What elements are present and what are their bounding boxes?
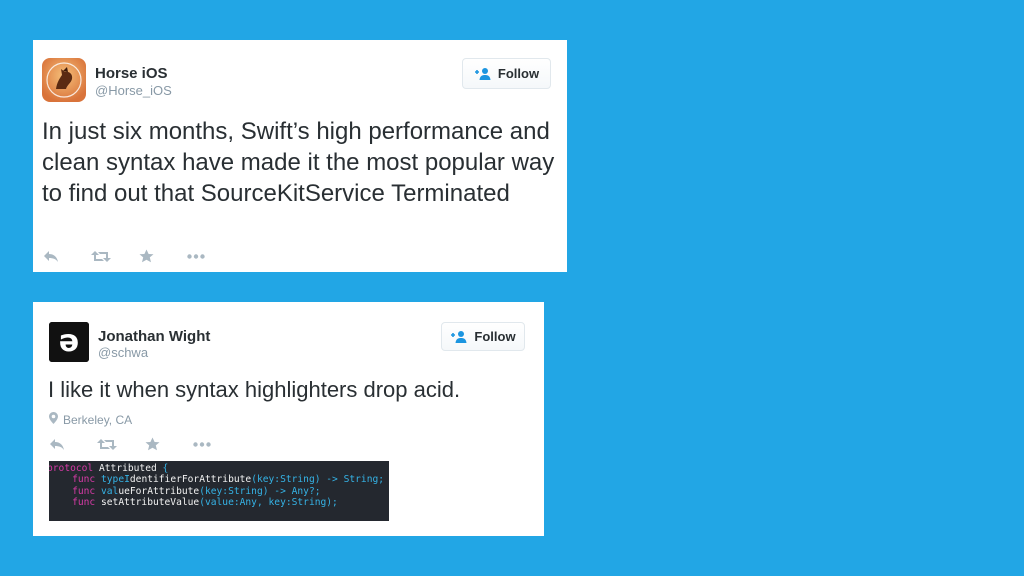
tweet-actions: [43, 247, 235, 265]
retweet-icon[interactable]: [97, 435, 145, 453]
code-line-1: protocol Attributed {: [49, 463, 169, 474]
follow-button[interactable]: Follow: [441, 322, 525, 351]
location-label: Berkeley, CA: [63, 412, 133, 427]
horse-avatar[interactable]: [42, 58, 86, 102]
avatar-glyph: ə: [59, 324, 79, 359]
tweet-text: In just six months, Swift’s high perform…: [42, 118, 555, 207]
retweet-icon[interactable]: [91, 247, 139, 265]
favorite-star-icon[interactable]: [139, 247, 187, 265]
follow-person-icon: [450, 330, 468, 344]
tweet-location[interactable]: Berkeley, CA: [49, 412, 132, 427]
user-handle[interactable]: @schwa: [98, 345, 148, 360]
favorite-star-icon[interactable]: [145, 435, 193, 453]
more-dots-icon[interactable]: [187, 247, 235, 265]
tweet-text: I like it when syntax highlighters drop …: [48, 377, 461, 402]
reply-icon[interactable]: [49, 435, 97, 453]
code-line-4: func setAttributeValue(value:Any, key:St…: [72, 496, 338, 508]
schwa-avatar[interactable]: ə: [49, 322, 89, 362]
display-name[interactable]: Horse iOS: [95, 65, 168, 82]
tweet-actions: [49, 435, 241, 453]
follow-label: Follow: [497, 66, 540, 81]
code-line-2: func typeIdentifierForAttribute(key:Stri…: [72, 474, 385, 486]
code-screenshot-image[interactable]: protocol Attributed { func typeIdentifie…: [49, 461, 389, 521]
display-name[interactable]: Jonathan Wight: [98, 328, 210, 345]
follow-label: Follow: [474, 329, 516, 344]
more-dots-icon[interactable]: [193, 435, 241, 453]
follow-person-icon: [474, 67, 492, 81]
tweet-card-horse-ios: Horse iOS @Horse_iOS Follow In just six …: [33, 40, 567, 272]
follow-button[interactable]: Follow: [462, 58, 551, 89]
location-pin-icon: [49, 412, 58, 427]
user-handle[interactable]: @Horse_iOS: [95, 83, 172, 98]
tweet-card-jonathan-wight: ə Jonathan Wight @schwa Follow I like it…: [33, 302, 544, 536]
reply-icon[interactable]: [43, 247, 91, 265]
code-line-3: func valueForAttribute(key:String) -> An…: [72, 485, 321, 497]
